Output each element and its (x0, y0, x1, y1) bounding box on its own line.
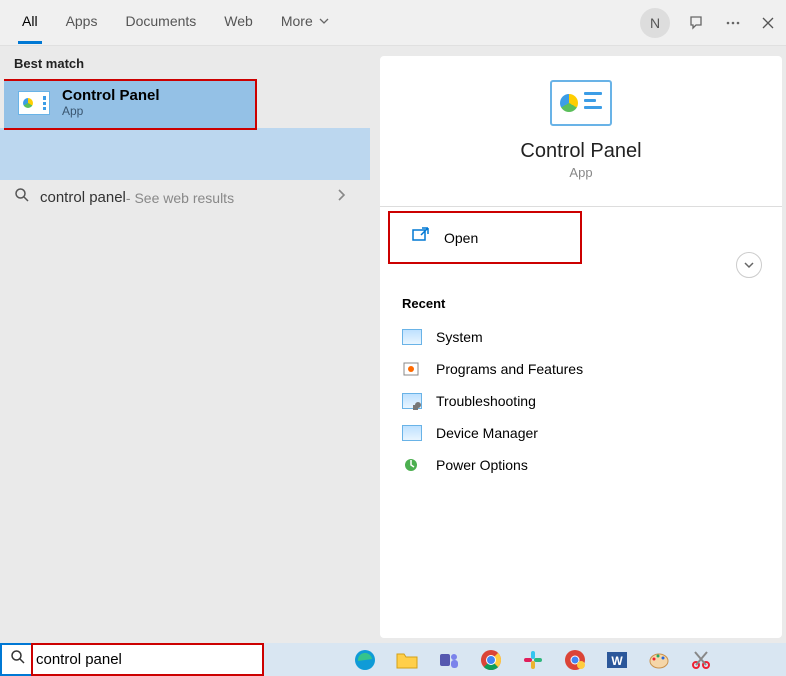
preview-subtitle: App (380, 165, 782, 180)
slack-icon[interactable] (522, 649, 544, 671)
preview-header: Control Panel App (380, 56, 782, 194)
expand-toggle[interactable] (736, 252, 762, 278)
search-icon (14, 187, 30, 208)
header-bar: All Apps Documents Web More N (0, 0, 786, 46)
taskbar: W (264, 643, 786, 676)
power-options-icon (402, 457, 422, 473)
open-label: Open (444, 230, 478, 246)
chevron-right-icon (336, 188, 346, 207)
recent-item-label: Device Manager (436, 425, 538, 441)
best-match-subtitle: App (62, 104, 160, 118)
system-icon (402, 329, 422, 345)
ellipsis-icon[interactable] (724, 14, 742, 32)
body: Best match Control Panel App Search the … (0, 46, 786, 643)
tab-documents[interactable]: Documents (121, 1, 200, 44)
control-panel-large-icon (550, 80, 612, 126)
avatar[interactable]: N (640, 8, 670, 38)
best-match-item[interactable]: Control Panel App (4, 79, 257, 130)
recent-label: Recent (402, 296, 760, 311)
tab-apps[interactable]: Apps (62, 1, 102, 44)
word-icon[interactable]: W (606, 649, 628, 671)
svg-text:W: W (611, 654, 623, 668)
recent-section: Recent System Programs and Features Trou… (380, 278, 782, 481)
best-match-selection (0, 128, 370, 180)
divider (380, 206, 782, 207)
teams-icon[interactable] (438, 649, 460, 671)
recent-item-label: System (436, 329, 483, 345)
open-action[interactable]: Open (388, 211, 582, 264)
best-match-title: Control Panel (62, 87, 160, 104)
tab-more-label: More (281, 13, 313, 29)
troubleshooting-icon (402, 393, 422, 409)
bottom-bar: W (0, 643, 786, 676)
file-explorer-icon[interactable] (396, 649, 418, 671)
chrome-icon[interactable] (480, 649, 502, 671)
recent-item-power-options[interactable]: Power Options (402, 449, 760, 481)
right-panel: Control Panel App Open Recent System (370, 46, 786, 643)
search-box[interactable] (0, 643, 264, 676)
preview-title: Control Panel (380, 140, 782, 163)
close-icon[interactable] (760, 15, 776, 31)
chevron-down-icon (743, 260, 755, 270)
tab-list: All Apps Documents Web More (18, 1, 640, 44)
recent-item-label: Programs and Features (436, 361, 583, 377)
paint-icon[interactable] (648, 649, 670, 671)
left-panel: Best match Control Panel App Search the … (0, 46, 370, 643)
search-input[interactable] (36, 651, 254, 668)
recent-item-label: Power Options (436, 457, 528, 473)
open-icon (412, 227, 430, 248)
recent-item-troubleshooting[interactable]: Troubleshooting (402, 385, 760, 417)
web-result-term: control panel (40, 189, 126, 206)
web-result-suffix: - See web results (126, 190, 234, 206)
chrome-canary-icon[interactable] (564, 649, 586, 671)
header-right: N (640, 8, 776, 38)
edge-icon[interactable] (354, 649, 376, 671)
best-match-label: Best match (0, 46, 370, 79)
tab-web[interactable]: Web (220, 1, 257, 44)
preview-card: Control Panel App Open Recent System (380, 56, 782, 638)
web-result-item[interactable]: control panel - See web results (0, 177, 370, 218)
snip-icon[interactable] (690, 649, 712, 671)
recent-item-system[interactable]: System (402, 321, 760, 353)
search-icon (10, 649, 26, 670)
control-panel-icon (18, 91, 50, 115)
tab-all[interactable]: All (18, 1, 42, 44)
programs-icon (402, 361, 422, 377)
recent-item-device-manager[interactable]: Device Manager (402, 417, 760, 449)
device-manager-icon (402, 425, 422, 441)
tab-more[interactable]: More (277, 1, 333, 44)
chevron-down-icon (319, 16, 329, 26)
recent-item-programs[interactable]: Programs and Features (402, 353, 760, 385)
feedback-icon[interactable] (688, 14, 706, 32)
recent-item-label: Troubleshooting (436, 393, 536, 409)
